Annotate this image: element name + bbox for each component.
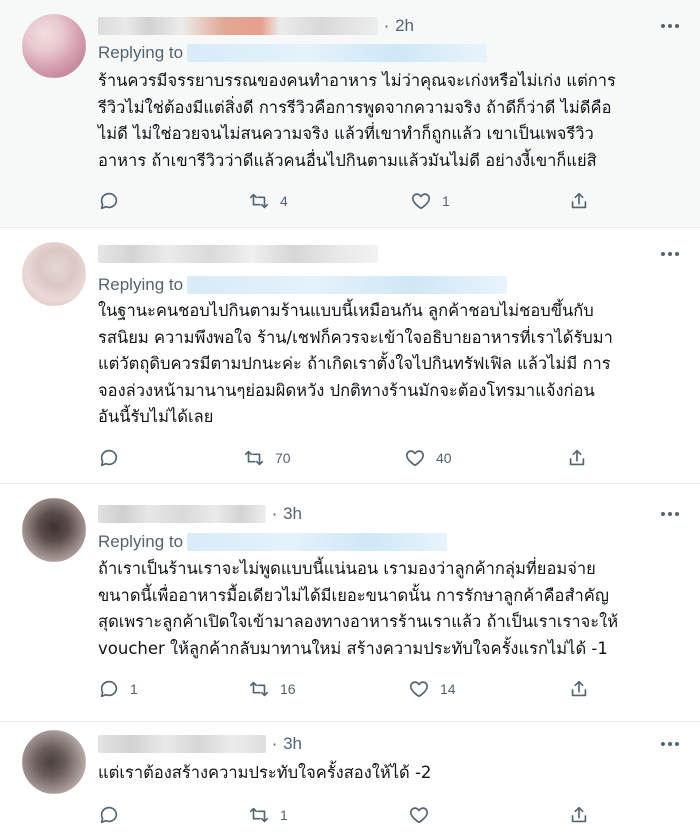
heart-icon [412,193,430,210]
action-bar: 1 [98,800,598,830]
avatar[interactable] [22,498,86,562]
share-icon [571,192,587,209]
comment-icon [100,680,118,698]
separator-dot: · [272,734,278,754]
like-button[interactable]: 40 [404,443,452,473]
more-icon[interactable] [658,242,682,266]
heart-icon [410,807,428,824]
tweet[interactable]: · 2h Replying to ร้านควรมีจรรยาบรรณของคน… [0,0,700,228]
retweet-count: 1 [280,807,288,823]
avatar[interactable] [22,242,86,306]
like-count: 14 [440,681,456,697]
share-button[interactable] [568,186,590,216]
comment-icon [100,806,118,824]
replying-to-handle[interactable] [187,533,448,551]
tweet-text: ร้านควรมีจรรยาบรรณของคนทำอาหาร ไม่ว่าคุณ… [98,68,682,174]
more-icon[interactable] [658,502,682,526]
heart-icon [406,450,424,467]
retweet-button[interactable]: 1 [248,800,288,830]
reply-button[interactable] [98,800,130,830]
action-bar: 70 40 [98,443,598,473]
tweet-text-line: ร้านควรมีจรรยาบรรณของคนทำอาหาร ไม่ว่าคุณ… [98,71,616,90]
tweet-text-line: สุดเพราะลูกค้าเปิดใจเข้ามาลองทางอาหารร้า… [98,612,619,631]
like-button[interactable] [408,800,440,830]
more-icon[interactable] [658,732,682,756]
reply-button[interactable]: 1 [98,674,138,704]
tweet-text-line: จองล่วงหน้ามานานๆย่อมผิดหวัง ปกติทางร้าน… [98,380,595,400]
replying-to: Replying to [98,529,448,555]
like-count: 1 [442,193,450,209]
tweet[interactable]: · 3h Replying to ถ้าเราเป็นร้านเราจะไม่พ… [0,484,700,722]
tweet-text-line: ขนาดนี้เพื่ออาหารมื้อเดียวไม่ได้มีเยอะขน… [98,585,609,605]
tweet-header: · 3h [98,732,302,756]
tweet-header: · 3h [98,502,302,526]
author-name[interactable] [98,505,266,523]
tweet-text-line: ถ้าเราเป็นร้านเราจะไม่พูดแบบนี้แน่นอน เร… [98,559,596,578]
replying-to-label: Replying to [98,532,184,551]
timestamp[interactable]: 2h [395,16,414,36]
separator-dot: · [384,16,390,36]
replying-to-label: Replying to [98,275,184,294]
retweet-icon [249,193,269,209]
replying-to-label: Replying to [98,43,184,62]
timestamp[interactable]: 3h [283,734,302,754]
timestamp[interactable]: 3h [283,504,302,524]
reply-button[interactable] [98,186,130,216]
like-button[interactable]: 14 [408,674,456,704]
share-button[interactable] [568,800,590,830]
heart-icon [410,681,428,698]
share-icon [569,449,585,466]
tweet-text-line: ในฐานะคนชอบไปกินตามร้านแบบนี้เหมือนกัน ล… [98,301,594,320]
tweet-header: · 2h [98,14,414,38]
avatar[interactable] [22,730,86,794]
retweet-button[interactable]: 16 [248,674,296,704]
retweet-count: 16 [280,681,296,697]
retweet-icon [249,807,269,823]
separator-dot: · [272,504,278,524]
like-count: 40 [436,450,452,466]
avatar[interactable] [22,14,86,78]
tweet-text-line: รสนิยม ความพึงพอใจ ร้าน/เชฟก็ควรจะเข้าใจ… [98,327,613,347]
retweet-icon [244,450,264,466]
replying-to-handle[interactable] [187,44,488,62]
replying-to: Replying to [98,40,488,66]
tweet-text-line: รีวิวไม่ใช่ต้องมีแต่สิ่งดี การรีวิวคือกา… [98,97,612,117]
replying-to-handle[interactable] [187,276,508,294]
tweet[interactable]: Replying to ในฐานะคนชอบไปกินตามร้านแบบนี… [0,228,700,484]
tweet-text-line: แต่เราต้องสร้างความประทับใจครั้งสองให้ได… [98,763,432,782]
tweet-text-line: voucher ให้ลูกค้ากลับมาทานใหม่ สร้างความ… [98,638,608,658]
retweet-button[interactable]: 4 [248,186,288,216]
tweet-text-line: อันนี้รับไม่ได้เลย [98,407,214,426]
tweet-text-line: ไม่ดี ไม่ใช่อวยจนไม่สนความจริง แล้วที่เข… [98,124,594,143]
comment-icon [100,192,118,210]
share-button[interactable] [566,443,588,473]
author-name[interactable] [98,735,266,753]
author-name[interactable] [98,17,378,35]
retweet-count: 4 [280,193,288,209]
retweet-icon [249,681,269,697]
like-button[interactable]: 1 [410,186,450,216]
tweet-text-line: อาหาร ถ้าเขารีวิวว่าดีแล้วคนอื่นไปกินตาม… [98,150,597,170]
tweet-text: ในฐานะคนชอบไปกินตามร้านแบบนี้เหมือนกัน ล… [98,298,682,431]
share-button[interactable] [568,674,590,704]
retweet-button[interactable]: 70 [243,443,291,473]
tweet[interactable]: · 3h แต่เราต้องสร้างความประทับใจครั้งสอง… [0,722,700,835]
action-bar: 1 16 14 [98,674,598,704]
tweet-text-line: แต่วัตถุดิบควรมีตามปกนะค่ะ ถ้าเกิดเราตั้… [98,354,611,373]
comment-icon [100,449,118,467]
tweet-header [98,242,378,266]
author-name[interactable] [98,245,378,263]
share-icon [571,806,587,823]
more-icon[interactable] [658,14,682,38]
replying-to: Replying to [98,272,508,298]
tweet-text: แต่เราต้องสร้างความประทับใจครั้งสองให้ได… [98,760,682,787]
reply-count: 1 [130,681,138,697]
tweet-text: ถ้าเราเป็นร้านเราจะไม่พูดแบบนี้แน่นอน เร… [98,556,682,662]
retweet-count: 70 [275,450,291,466]
action-bar: 4 1 [98,186,598,216]
reply-button[interactable] [98,443,130,473]
share-icon [571,680,587,697]
